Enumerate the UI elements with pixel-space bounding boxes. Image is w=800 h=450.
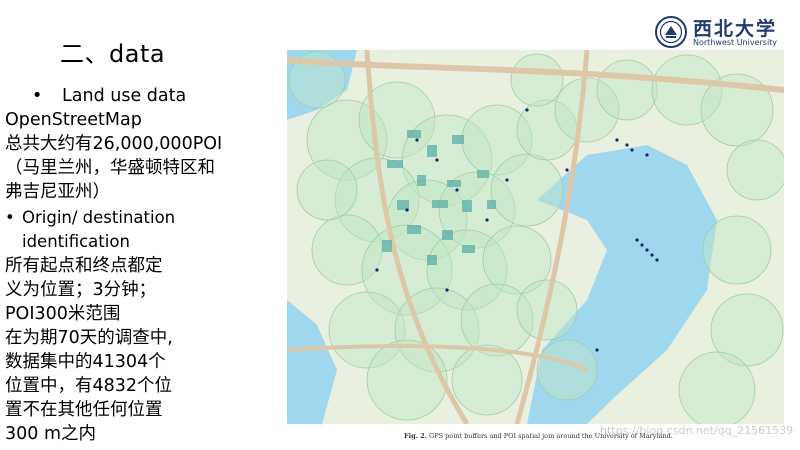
buffer-circle — [726, 139, 784, 201]
bullet-od: • Origin/ destination — [5, 206, 287, 230]
campus-building — [487, 200, 496, 209]
campus-building — [417, 175, 426, 186]
map-figure — [287, 50, 784, 424]
gps-point — [645, 248, 649, 252]
buffer-circle — [536, 339, 598, 401]
buffer-circle — [678, 351, 756, 424]
gps-point — [625, 143, 629, 147]
campus-building — [442, 230, 453, 240]
gps-point — [650, 253, 654, 257]
campus-building — [427, 145, 437, 157]
gps-point — [485, 218, 489, 222]
buffer-circle — [366, 339, 448, 421]
university-logo: 西北大学 Northwest University — [655, 16, 785, 50]
bullet-od-line-1: Origin/ destination — [22, 208, 176, 227]
od-paragraph-line: 在为期70天的调查中, — [5, 328, 173, 348]
logo-english-name: Northwest University — [693, 38, 778, 47]
buffer-circle — [510, 53, 564, 107]
region-line-1: （马里兰州，华盛顿特区和 — [5, 158, 215, 178]
od-paragraph-line: 300 m之内 — [5, 424, 97, 444]
gps-point — [655, 258, 659, 262]
buffer-circle — [296, 159, 358, 221]
slide-title: 二、data — [60, 40, 166, 68]
campus-building — [427, 255, 437, 265]
campus-building — [462, 245, 475, 253]
campus-building — [407, 130, 421, 138]
gps-point — [645, 153, 649, 157]
gps-point — [445, 288, 449, 292]
gps-point — [415, 138, 419, 142]
od-paragraph-line: 置不在其他任何位置 — [5, 400, 163, 420]
gps-point — [630, 148, 634, 152]
university-seal-icon — [655, 16, 687, 48]
buffer-circle — [490, 153, 564, 227]
logo-chinese-name: 西北大学 — [693, 18, 778, 40]
buffer-circle — [596, 59, 658, 121]
buffer-circle — [702, 215, 772, 285]
gps-point — [565, 168, 569, 172]
od-paragraph-line: POI300米范围 — [5, 304, 121, 324]
od-paragraph-line: 数据集中的41304个 — [5, 352, 166, 372]
gps-point — [615, 138, 619, 142]
source-line: OpenStreetMap — [5, 110, 142, 130]
bullet-od-line-2: identification — [22, 232, 130, 251]
watermark: https://blog.csdn.net/qq_21561539 — [600, 424, 794, 437]
od-paragraph-line: 义为位置；3分钟； — [5, 280, 157, 300]
gps-point — [435, 158, 439, 162]
gps-point — [640, 243, 644, 247]
gps-point — [525, 108, 529, 112]
poi-count-line: 总共大约有26,000,000POI — [5, 134, 223, 154]
bullet-land-use-text: Land use data — [62, 86, 187, 106]
campus-building — [462, 200, 472, 212]
od-paragraph-line: 所有起点和终点都定 — [5, 256, 163, 276]
osm-map — [287, 50, 784, 424]
campus-building — [477, 170, 489, 178]
gps-point — [595, 348, 599, 352]
campus-building — [387, 160, 403, 168]
bullet-dot-icon: • — [5, 208, 15, 227]
campus-building — [447, 180, 461, 187]
buffer-circle — [451, 344, 523, 416]
campus-building — [432, 200, 448, 208]
gps-point — [505, 178, 509, 182]
campus-building — [452, 135, 464, 144]
bullet-land-use: • Land use data — [5, 84, 287, 108]
gps-point — [375, 268, 379, 272]
gps-point — [405, 208, 409, 212]
region-line-2: 弗吉尼亚州） — [5, 182, 110, 202]
bullet-dot-icon: • — [32, 86, 43, 106]
od-paragraph-line: 位置中，有4832个位 — [5, 376, 173, 396]
figure-caption-label: Fig. 2. — [404, 432, 427, 440]
campus-building — [382, 240, 392, 252]
gps-point — [455, 188, 459, 192]
campus-building — [407, 225, 421, 234]
od-paragraph: 所有起点和终点都定 义为位置；3分钟； POI300米范围在为期70天的调查中, 数据… — [5, 254, 287, 446]
gps-point — [635, 238, 639, 242]
slide-text-column: • Land use data OpenStreetMap 总共大约有26,00… — [5, 84, 287, 446]
